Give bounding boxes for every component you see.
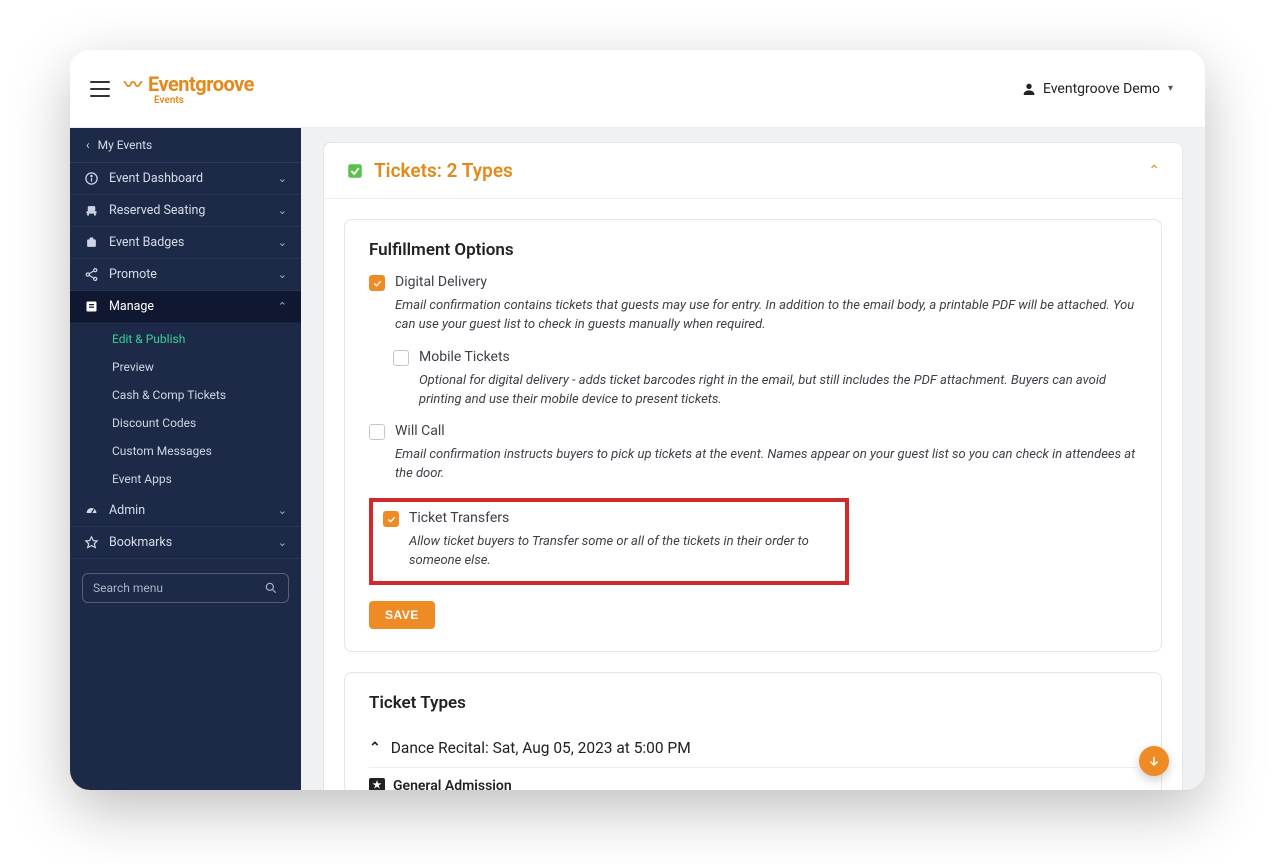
gauge-icon [84,503,99,518]
brand-name: Eventgroove [148,72,254,96]
subnav-event-apps[interactable]: Event Apps [70,465,301,493]
subnav-preview[interactable]: Preview [70,353,301,381]
chevron-down-icon: ⌄ [278,172,287,185]
sidebar-search[interactable]: Search menu [82,573,289,603]
fulfillment-heading: Fulfillment Options [369,240,1137,260]
brand-logo[interactable]: 〰 Eventgroove Events [124,71,254,106]
sidebar-item-label: Promote [109,267,157,282]
menu-toggle-button[interactable] [90,81,110,97]
sidebar-item-label: Bookmarks [109,535,172,550]
manage-subnav: Edit & Publish Preview Cash & Comp Ticke… [70,323,301,495]
ga-row[interactable]: ★ General Admission [369,778,1137,790]
tickets-card-header[interactable]: Tickets: 2 Types ⌃ [324,143,1182,199]
chevron-up-icon: ⌃ [1148,163,1160,179]
digital-delivery-desc: Email confirmation contains tickets that… [395,297,1137,335]
user-menu[interactable]: Eventgroove Demo ▾ [1021,81,1173,97]
chevron-up-icon: ⌃ [278,300,287,313]
tickets-card: Tickets: 2 Types ⌃ Fulfillment Options D… [323,142,1183,790]
sidebar: ‹ My Events Event Dashboard ⌄ Reserved S… [70,128,301,790]
check-square-icon [346,162,364,180]
share-icon [84,267,99,282]
sidebar-item-label: Admin [109,503,145,518]
chevron-up-icon: ⌃ [369,740,381,756]
event-time: Sat, Aug 05, 2023 at 5:00 PM [493,739,691,757]
ticket-transfers-checkbox[interactable] [383,511,399,527]
sidebar-item-label: Event Dashboard [109,171,203,186]
subnav-cash-comp-tickets[interactable]: Cash & Comp Tickets [70,381,301,409]
scroll-down-fab[interactable] [1139,746,1169,776]
check-icon [372,278,383,289]
ticket-star-icon: ★ [369,778,385,790]
will-call-checkbox[interactable] [369,424,385,440]
user-menu-label: Eventgroove Demo [1043,81,1160,97]
search-icon [264,581,278,595]
will-call-label: Will Call [395,423,445,439]
ga-label: General Admission [393,778,512,790]
sidebar-item-event-badges[interactable]: Event Badges ⌄ [70,227,301,259]
sidebar-item-admin[interactable]: Admin ⌄ [70,495,301,527]
subnav-discount-codes[interactable]: Discount Codes [70,409,301,437]
subnav-edit-publish[interactable]: Edit & Publish [70,325,301,353]
arrow-down-icon [1147,754,1161,768]
seat-icon [84,203,99,218]
ticket-transfers-label: Ticket Transfers [409,510,509,526]
sidebar-item-label: Event Badges [109,235,184,250]
user-icon [1021,81,1037,97]
manage-icon [84,299,99,314]
caret-down-icon: ▾ [1168,83,1173,94]
sidebar-item-promote[interactable]: Promote ⌄ [70,259,301,291]
star-icon [84,535,99,550]
mobile-tickets-label: Mobile Tickets [419,349,510,365]
tickets-card-title: Tickets: 2 Types [374,159,513,182]
sidebar-item-reserved-seating[interactable]: Reserved Seating ⌄ [70,195,301,227]
badge-icon [84,235,99,250]
chevron-down-icon: ⌄ [278,236,287,249]
sidebar-item-label: Reserved Seating [109,203,205,218]
ticket-types-section: Ticket Types ⌃ Dance Recital: Sat, Aug 0… [344,672,1162,790]
fulfillment-options-section: Fulfillment Options Digital Delivery Ema… [344,219,1162,652]
chevron-down-icon: ⌄ [278,204,287,217]
sidebar-item-label: Manage [109,299,154,314]
mobile-tickets-checkbox[interactable] [393,350,409,366]
info-icon [84,171,99,186]
save-button[interactable]: SAVE [369,601,435,629]
search-placeholder: Search menu [93,581,163,595]
back-my-events[interactable]: ‹ My Events [70,128,301,163]
sidebar-item-event-dashboard[interactable]: Event Dashboard ⌄ [70,163,301,195]
wave-icon: 〰 [124,71,142,97]
ticket-type-event-row[interactable]: ⌃ Dance Recital: Sat, Aug 05, 2023 at 5:… [369,729,1137,768]
check-icon [386,514,397,525]
brand-subtext: Events [154,95,254,106]
sidebar-item-bookmarks[interactable]: Bookmarks ⌄ [70,527,301,559]
chevron-down-icon: ⌄ [278,268,287,281]
will-call-desc: Email confirmation instructs buyers to p… [395,446,1137,484]
ticket-transfers-desc: Allow ticket buyers to Transfer some or … [409,533,835,571]
ticket-transfers-highlight: Ticket Transfers Allow ticket buyers to … [369,498,849,585]
chevron-left-icon: ‹ [86,138,90,152]
sidebar-item-manage[interactable]: Manage ⌃ [70,291,301,323]
event-name: Dance Recital: [391,739,489,757]
chevron-down-icon: ⌄ [278,504,287,517]
main-content: Tickets: 2 Types ⌃ Fulfillment Options D… [301,128,1205,790]
chevron-down-icon: ⌄ [278,536,287,549]
subnav-custom-messages[interactable]: Custom Messages [70,437,301,465]
topbar: 〰 Eventgroove Events Eventgroove Demo ▾ [70,50,1205,128]
digital-delivery-label: Digital Delivery [395,274,487,290]
ticket-types-heading: Ticket Types [369,693,1137,713]
digital-delivery-checkbox[interactable] [369,275,385,291]
back-label: My Events [98,138,153,152]
mobile-tickets-desc: Optional for digital delivery - adds tic… [419,372,1137,410]
